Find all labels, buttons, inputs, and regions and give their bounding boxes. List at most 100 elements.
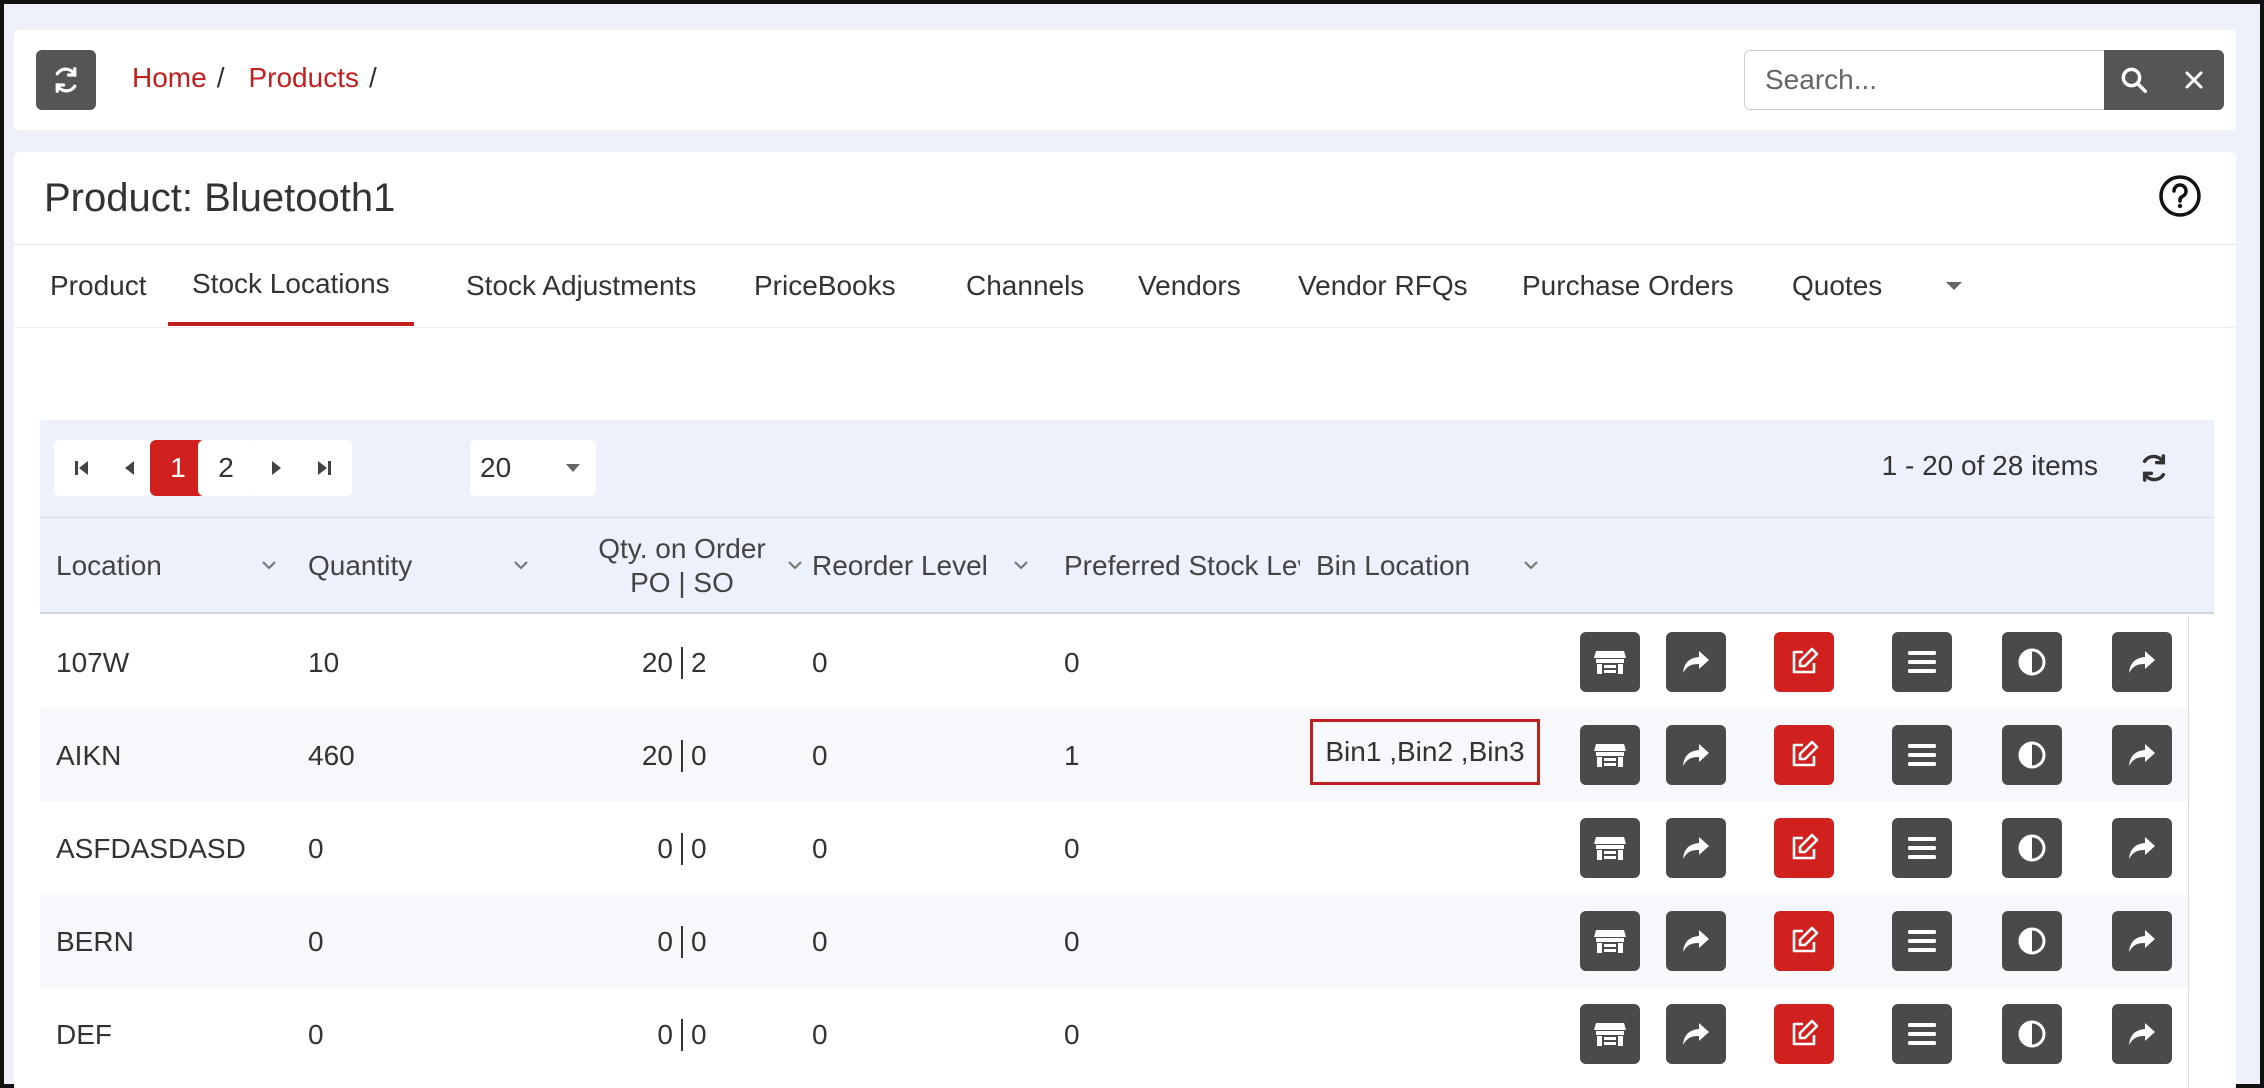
tab-vendor-rfqs[interactable]: Vendor RFQs — [1274, 246, 1492, 326]
warehouse-button[interactable] — [1580, 911, 1640, 971]
edit-icon — [1792, 740, 1819, 767]
pager: 1 2 20 1 - 20 of 28 items — [40, 420, 2214, 518]
tab-pricebooks[interactable]: PriceBooks — [730, 246, 920, 326]
first-page-icon — [75, 461, 88, 475]
contrast-icon — [2018, 741, 2046, 769]
cell-location: DEF — [56, 1018, 112, 1050]
stock-locations-grid: 1 2 20 1 - 20 of 28 items Location Quant… — [40, 420, 2214, 1088]
edit-button[interactable] — [1774, 911, 1834, 971]
edit-icon — [1792, 647, 1819, 674]
share-icon — [1683, 744, 1709, 766]
contrast-button[interactable] — [2002, 725, 2062, 785]
menu-icon — [1908, 651, 1936, 673]
menu-button[interactable] — [1892, 632, 1952, 692]
forward-icon — [2129, 744, 2155, 766]
share-button[interactable] — [1666, 725, 1726, 785]
breadcrumb-home[interactable]: Home — [132, 62, 207, 94]
column-header-location[interactable]: Location — [56, 518, 292, 614]
share-icon — [1683, 837, 1709, 859]
table-row: AIKN 460 20 0 0 1 Bin1 ,Bin2 ,Bin3 — [40, 709, 2190, 802]
menu-button[interactable] — [1892, 911, 1952, 971]
forward-icon — [2129, 930, 2155, 952]
column-header-quantity[interactable]: Quantity — [308, 518, 544, 614]
menu-icon — [1908, 744, 1936, 766]
column-header-preferred-stock-level[interactable]: Preferred Stock Level — [1064, 518, 1300, 614]
menu-icon — [1908, 930, 1936, 952]
grid-body: 107W 10 20 2 0 0 AIKN 460 20 0 0 1 Bin1 … — [40, 616, 2190, 1081]
tab-product[interactable]: Product — [26, 246, 171, 326]
menu-button[interactable] — [1892, 725, 1952, 785]
share-button[interactable] — [1666, 1004, 1726, 1064]
so-qty: 0 — [691, 1018, 707, 1050]
page-2-button[interactable]: 2 — [198, 440, 254, 496]
warehouse-button[interactable] — [1580, 632, 1640, 692]
warehouse-button[interactable] — [1580, 725, 1640, 785]
help-circle-icon[interactable] — [2158, 174, 2202, 218]
po-qty: 0 — [657, 832, 673, 864]
share-button[interactable] — [1666, 632, 1726, 692]
refresh-button[interactable] — [36, 50, 96, 110]
cell-qty-on-order: 20 2 — [560, 616, 804, 709]
column-header-bin-location[interactable]: Bin Location — [1316, 518, 1552, 614]
breadcrumb-products[interactable]: Products — [248, 62, 359, 94]
breadcrumb-separator: / — [216, 62, 225, 93]
edit-button[interactable] — [1774, 1004, 1834, 1064]
cell-qty-on-order: 0 0 — [560, 802, 804, 895]
contrast-button[interactable] — [2002, 1004, 2062, 1064]
bin-location-value: Bin1 ,Bin2 ,Bin3 — [1310, 719, 1540, 785]
so-qty: 0 — [691, 925, 707, 957]
top-bar: Home / Products / — [14, 30, 2236, 130]
menu-icon — [1908, 1023, 1936, 1045]
chevron-down-icon — [1014, 561, 1028, 570]
cell-quantity: 10 — [308, 646, 340, 678]
forward-button[interactable] — [2112, 1004, 2172, 1064]
tab-quotes[interactable]: Quotes — [1768, 246, 1906, 326]
cell-location: BERN — [56, 925, 134, 957]
page-size-select[interactable]: 20 — [470, 440, 596, 496]
tab-channels[interactable]: Channels — [942, 246, 1108, 326]
search-input[interactable] — [1744, 50, 2104, 110]
po-so-divider — [681, 739, 683, 772]
share-button[interactable] — [1666, 818, 1726, 878]
edit-button[interactable] — [1774, 632, 1834, 692]
edit-button[interactable] — [1774, 725, 1834, 785]
grid-scrollbar[interactable] — [2188, 616, 2214, 1088]
forward-icon — [2129, 837, 2155, 859]
forward-button[interactable] — [2112, 632, 2172, 692]
clear-search-button[interactable] — [2164, 50, 2224, 110]
search-button[interactable] — [2104, 50, 2164, 110]
menu-button[interactable] — [1892, 1004, 1952, 1064]
chevron-down-icon — [1524, 561, 1538, 570]
forward-button[interactable] — [2112, 911, 2172, 971]
share-button[interactable] — [1666, 911, 1726, 971]
contrast-icon — [2018, 648, 2046, 676]
tab-stock-adjustments[interactable]: Stock Adjustments — [442, 246, 720, 326]
table-row: DEF 0 0 0 0 0 — [40, 988, 2190, 1081]
tab-vendors[interactable]: Vendors — [1114, 246, 1265, 326]
warehouse-button[interactable] — [1580, 818, 1640, 878]
po-so-divider — [681, 925, 683, 958]
tab-purchase-orders[interactable]: Purchase Orders — [1498, 246, 1758, 326]
forward-button[interactable] — [2112, 818, 2172, 878]
menu-button[interactable] — [1892, 818, 1952, 878]
cell-location: AIKN — [56, 739, 122, 771]
column-header-reorder-level[interactable]: Reorder Level — [812, 518, 1048, 614]
contrast-button[interactable] — [2002, 632, 2062, 692]
tabs-more-dropdown[interactable] — [1920, 246, 1988, 326]
refresh-icon[interactable] — [2138, 452, 2170, 484]
contrast-button[interactable] — [2002, 818, 2062, 878]
menu-icon — [1908, 837, 1936, 859]
warehouse-button[interactable] — [1580, 1004, 1640, 1064]
cell-location: ASFDASDASD — [56, 832, 246, 864]
contrast-button[interactable] — [2002, 911, 2062, 971]
tabs-divider — [14, 327, 2236, 328]
so-qty: 2 — [691, 646, 707, 678]
column-header-qty-on-order[interactable]: Qty. on Order PO | SO — [560, 518, 804, 614]
forward-button[interactable] — [2112, 725, 2172, 785]
last-page-button[interactable] — [296, 440, 352, 496]
share-icon — [1683, 651, 1709, 673]
po-qty: 0 — [657, 925, 673, 957]
tab-stock-locations[interactable]: Stock Locations — [168, 246, 414, 326]
edit-button[interactable] — [1774, 818, 1834, 878]
contrast-icon — [2018, 1020, 2046, 1048]
